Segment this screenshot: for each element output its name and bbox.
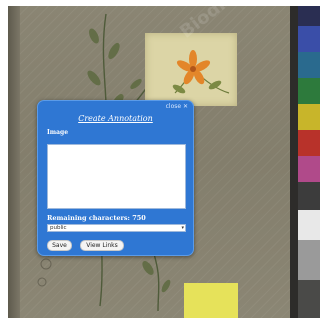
image-field-label: Image: [47, 129, 69, 136]
flower-center: [190, 66, 196, 72]
color-chart-swatch: [298, 6, 320, 26]
color-chart-swatch: [298, 156, 320, 182]
color-chart-swatch: [298, 130, 320, 156]
plant-leaf: [161, 279, 171, 293]
specimen-flower-label: [145, 33, 237, 106]
flower-leaf: [172, 84, 186, 94]
close-dialog-button[interactable]: close ✕: [166, 103, 188, 110]
plant-leaf: [89, 28, 99, 44]
dialog-title: Create Annotation: [78, 114, 153, 123]
chevron-down-icon: ▾: [181, 225, 184, 231]
plant-leaf: [130, 78, 142, 90]
color-chart-swatch: [298, 52, 320, 78]
visibility-selected-value: public: [50, 225, 67, 231]
plant-leaf: [87, 70, 101, 86]
color-chart-swatch: [298, 182, 320, 210]
visibility-select[interactable]: public ▾: [47, 224, 186, 232]
create-annotation-dialog: close ✕ Create Annotation Image Remainin…: [37, 100, 194, 256]
color-chart-swatch: [298, 240, 320, 280]
remaining-characters-counter: Remaining characters: 750: [47, 214, 146, 222]
yellow-annotation-marker[interactable]: [184, 283, 238, 318]
orange-flower-illustration: [172, 50, 230, 94]
color-chart-swatch: [298, 26, 320, 52]
color-chart-swatch: [298, 78, 320, 104]
save-button[interactable]: Save: [47, 240, 72, 251]
view-links-button[interactable]: View Links: [80, 240, 124, 251]
plant-tendril: [37, 277, 47, 287]
color-chart-swatch: [298, 104, 320, 130]
plant-tendril: [40, 258, 52, 270]
color-chart-swatch: [298, 210, 320, 240]
annotation-text-field[interactable]: [47, 144, 186, 209]
plant-leaf: [142, 261, 154, 275]
color-chart-swatch: [298, 280, 320, 318]
plant-leaf: [108, 42, 120, 60]
